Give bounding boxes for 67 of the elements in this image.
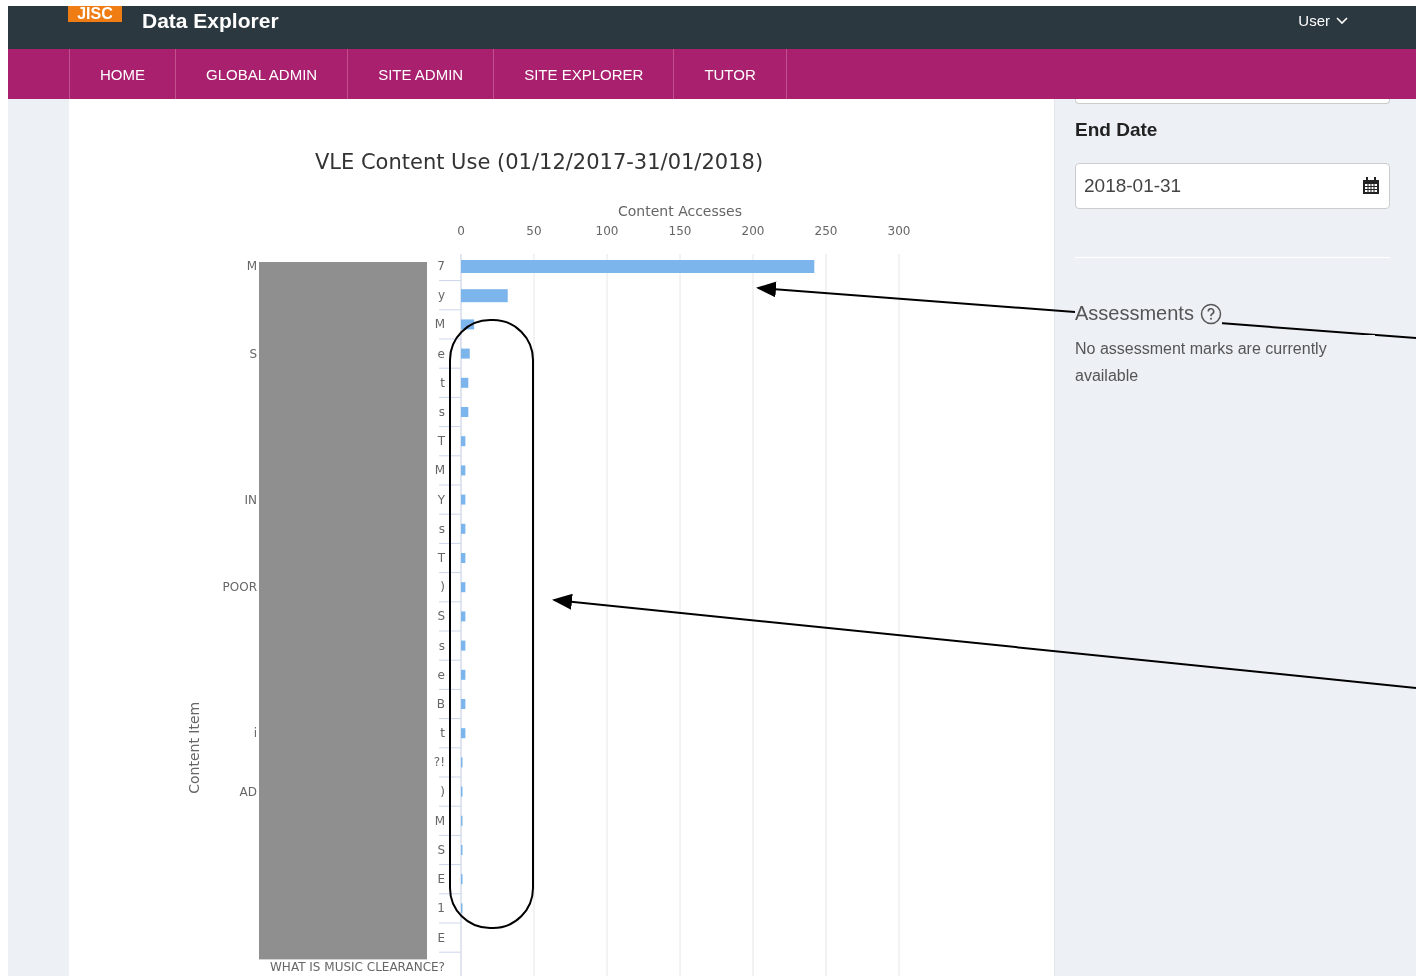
section-title: Assessments (1075, 302, 1194, 325)
axis-label: AD (239, 784, 257, 799)
calendar-icon (1361, 176, 1381, 196)
field-label: End Date (1075, 119, 1159, 141)
axis-label: Y (437, 492, 445, 507)
axis-tick-label: 150 (668, 224, 692, 238)
bar (461, 640, 466, 651)
bar (461, 611, 466, 622)
bar (461, 348, 470, 359)
axis-label: s (438, 521, 445, 536)
axis-tick-label: 50 (526, 224, 542, 238)
axis-label: ) (440, 784, 445, 799)
bar (461, 728, 466, 739)
chevron-down-icon (1336, 16, 1348, 25)
app-title: Data Explorer (142, 9, 279, 33)
date-field[interactable]: 2018-01-31 (1075, 163, 1390, 209)
chart-title: VLE Content Use (01/12/2017-31/01/2018) (314, 150, 764, 174)
axis-tick-label: 100 (595, 224, 619, 238)
axis-label: M (434, 813, 445, 828)
input-field[interactable] (1075, 99, 1390, 104)
bar (461, 289, 508, 303)
axis-label: IN (244, 492, 257, 507)
bar (461, 699, 466, 709)
axis-label: e (437, 346, 445, 361)
axis-label: POOR (222, 580, 257, 595)
axis-tick-label: 250 (814, 224, 838, 238)
axis-title: Content Accesses (618, 203, 742, 219)
axis-label: 7 (437, 259, 445, 273)
logo: JISC (68, 6, 122, 22)
axis-label: i (253, 726, 257, 741)
axis-label: WHAT IS MUSIC CLEARANCE? (270, 959, 445, 974)
axis-label: ?! (433, 755, 445, 770)
axis-tick-label: 300 (887, 224, 911, 238)
axis-label: 1 (437, 901, 445, 916)
axis-label: T (437, 551, 445, 565)
help-icon[interactable] (1199, 302, 1222, 325)
axis-label: M (434, 463, 445, 478)
bar (461, 319, 475, 330)
axis-label: B (436, 697, 445, 711)
bar (461, 407, 469, 417)
bar (461, 523, 466, 534)
axis-label: E (437, 872, 445, 887)
axis-label: S (437, 843, 445, 857)
axis-label: s (438, 405, 445, 419)
axis-label: ) (440, 580, 445, 595)
axis-label: s (438, 638, 445, 653)
axis-label: E (437, 930, 445, 945)
axis-label: e (437, 667, 445, 682)
user-menu[interactable]: User (1298, 12, 1348, 29)
axis-label: S (437, 609, 445, 624)
axis-label: t (440, 726, 445, 741)
bar (461, 582, 466, 593)
axis-tick-label: 0 (457, 224, 465, 238)
bar (461, 669, 466, 680)
axis-label: t (440, 375, 445, 390)
axis-tick-label: 200 (741, 224, 765, 238)
bar (461, 553, 466, 563)
axis-label: M (246, 259, 257, 273)
axis-label: T (437, 434, 445, 449)
bar (461, 465, 466, 476)
axis-label: M (434, 317, 445, 332)
bar (461, 436, 466, 447)
axis-label: S (249, 346, 257, 361)
bar (461, 377, 469, 388)
axis-label: y (437, 288, 445, 303)
axis-title: Content Item (186, 701, 202, 794)
bar (461, 494, 466, 505)
